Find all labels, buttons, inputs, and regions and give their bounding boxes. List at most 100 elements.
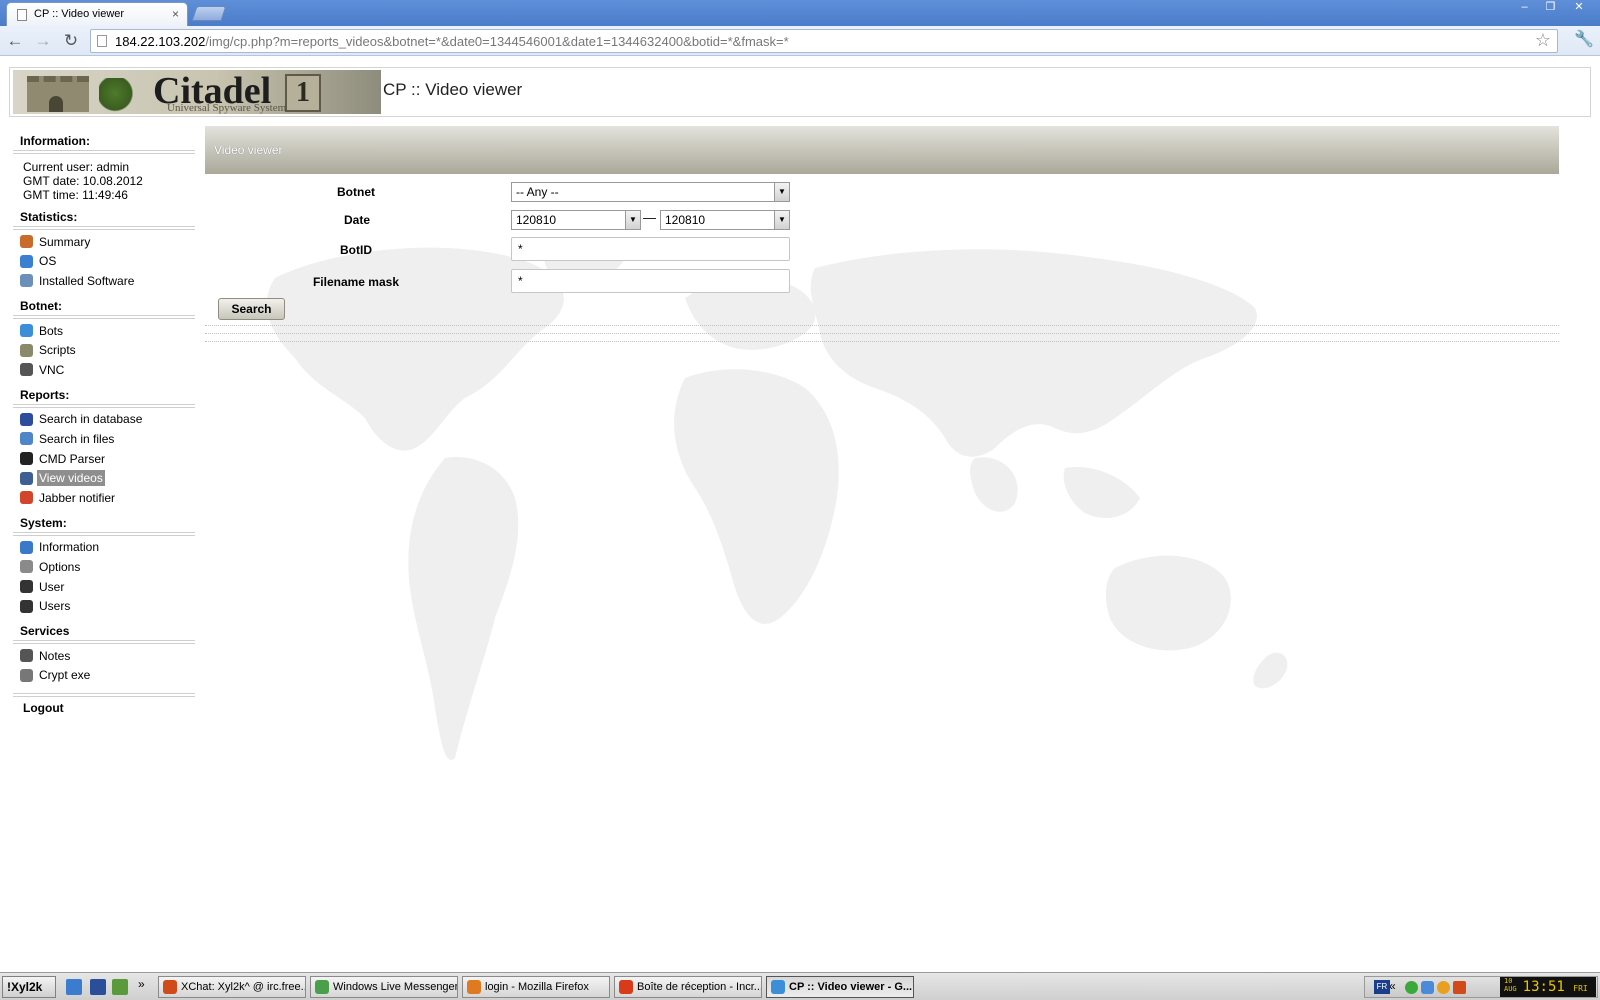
- date-label: Date: [343, 213, 370, 227]
- shield-icon[interactable]: [1405, 981, 1418, 994]
- new-tab-button[interactable]: [191, 6, 227, 21]
- nav-sections: Statistics: Summary OS Installed Software Bo…: [10, 210, 198, 685]
- date-to-value: 120810: [665, 213, 706, 227]
- restore-button[interactable]: ❐: [1538, 1, 1563, 15]
- date-to-select[interactable]: 120810 ▼: [660, 210, 790, 230]
- current-user: Current user: admin: [23, 160, 130, 174]
- back-icon[interactable]: ←: [4, 30, 26, 52]
- title-bar: CP :: Video viewer × – ❐ ✕: [0, 0, 1600, 26]
- address-bar[interactable]: 184.22.103.202/img/cp.php?m=reports_vide…: [90, 29, 1558, 53]
- section-title: System:: [20, 515, 67, 530]
- logo-badge: 1: [285, 74, 321, 112]
- divider: [205, 333, 1559, 334]
- chart-icon[interactable]: [112, 979, 128, 995]
- botid-label: BotID: [340, 243, 372, 257]
- taskbar-item[interactable]: login - Mozilla Firefox: [462, 976, 610, 998]
- tab-close-icon[interactable]: ×: [172, 7, 179, 21]
- sidebar-item-summary[interactable]: Summary: [20, 232, 198, 252]
- chevron-down-icon: ▼: [774, 211, 789, 229]
- xchat-icon[interactable]: [1453, 981, 1466, 994]
- wrench-icon[interactable]: 🔧: [1574, 29, 1594, 49]
- tab-title: CP :: Video viewer: [34, 8, 125, 20]
- taskbar: !Xyl2k » XChat: Xyl2k^ @ irc.free... Wind…: [0, 972, 1600, 1000]
- sidebar-item-label: Bots: [39, 323, 64, 338]
- messenger-icon[interactable]: [1437, 981, 1450, 994]
- sidebar-item-vnc[interactable]: VNC: [20, 360, 198, 380]
- app-icon: [619, 980, 633, 994]
- minimize-button[interactable]: –: [1512, 1, 1537, 15]
- filename-mask-label: Filename mask: [312, 275, 399, 289]
- taskbar-item[interactable]: Windows Live Messenger: [310, 976, 458, 998]
- start-button[interactable]: !Xyl2k: [2, 976, 56, 998]
- sidebar-item-search-in-files[interactable]: Search in files: [20, 429, 198, 449]
- bookmark-star-icon[interactable]: ☆: [1535, 30, 1551, 51]
- browser-tab[interactable]: CP :: Video viewer ×: [6, 2, 188, 26]
- windows-icon: [20, 254, 33, 268]
- taskbar-item[interactable]: Boîte de réception - Incr...: [614, 976, 762, 998]
- forward-icon[interactable]: →: [32, 30, 54, 52]
- world-map-background: [266, 241, 1288, 760]
- sidebar-item-view-videos[interactable]: View videos: [20, 468, 198, 488]
- divider: [13, 693, 195, 698]
- clock: 10 AUG 13:51 FRI: [1500, 977, 1596, 997]
- url-text: 184.22.103.202/img/cp.php?m=reports_vide…: [115, 34, 789, 49]
- save-icon[interactable]: [90, 979, 106, 995]
- taskbar-item-label: CP :: Video viewer - G...: [789, 981, 913, 993]
- logout-link[interactable]: Logout: [23, 701, 198, 717]
- sidebar-item-search-in-database[interactable]: Search in database: [20, 410, 198, 430]
- section-title: Services: [20, 623, 70, 638]
- taskbar-item-label: XChat: Xyl2k^ @ irc.free...: [181, 981, 306, 993]
- sidebar-item-label: Options: [39, 559, 81, 574]
- sidebar-item-label: Notes: [39, 648, 71, 663]
- jabber-icon: [20, 491, 33, 505]
- sidebar-item-installed-software[interactable]: Installed Software: [20, 271, 198, 291]
- taskbar-item[interactable]: XChat: Xyl2k^ @ irc.free...: [158, 976, 306, 998]
- date-from-select[interactable]: 120810 ▼: [511, 210, 641, 230]
- sidebar-item-users[interactable]: Users: [20, 596, 198, 616]
- tray-expand[interactable]: «: [1389, 979, 1396, 993]
- reload-icon[interactable]: ↻: [60, 30, 82, 52]
- sidebar: Information: Current user: admin GMT dat…: [10, 127, 198, 717]
- sidebar-item-os[interactable]: OS: [20, 252, 198, 272]
- section-title: Botnet:: [20, 298, 62, 313]
- section-title: Statistics:: [20, 210, 78, 224]
- botnet-select-value: -- Any --: [516, 185, 559, 199]
- joystick-icon: [20, 363, 33, 377]
- sidebar-item-label: OS: [39, 254, 57, 269]
- app-icon: [467, 980, 481, 994]
- search-button[interactable]: Search: [218, 298, 285, 320]
- browser-toolbar: ← → ↻ 184.22.103.202/img/cp.php?m=report…: [0, 26, 1600, 56]
- sidebar-item-information[interactable]: Information: [20, 538, 198, 558]
- page-icon: [17, 9, 27, 21]
- sidebar-item-cmd-parser[interactable]: CMD Parser: [20, 449, 198, 469]
- sidebar-item-options[interactable]: Options: [20, 557, 198, 577]
- date-from-value: 120810: [516, 213, 557, 227]
- page-icon: [97, 35, 107, 47]
- close-window-button[interactable]: ✕: [1564, 1, 1594, 15]
- date-separator: —: [643, 210, 656, 225]
- filename-mask-input[interactable]: *: [511, 269, 790, 293]
- sidebar-item-crypt-exe[interactable]: Crypt exe: [20, 666, 198, 686]
- sidebar-item-label: Information: [39, 540, 100, 555]
- taskbar-item[interactable]: CP :: Video viewer - G...: [766, 976, 914, 998]
- sidebar-item-notes[interactable]: Notes: [20, 646, 198, 666]
- castle-icon: [27, 76, 89, 112]
- sidebar-item-jabber-notifier[interactable]: Jabber notifier: [20, 488, 198, 508]
- sidebar-item-label: View videos: [37, 470, 105, 487]
- sidebar-item-user[interactable]: User: [20, 577, 198, 597]
- sidebar-item-label: Crypt exe: [39, 668, 91, 683]
- ie-icon[interactable]: [66, 979, 82, 995]
- video-icon: [20, 471, 33, 485]
- network-icon[interactable]: [1421, 981, 1434, 994]
- info-icon: [20, 540, 33, 554]
- main-panel: Video viewer Botnet -- Any -- ▼ Date 120…: [205, 126, 1559, 926]
- users-icon: [20, 599, 33, 613]
- sidebar-item-scripts[interactable]: Scripts: [20, 340, 198, 360]
- botnet-select[interactable]: -- Any -- ▼: [511, 182, 790, 202]
- botid-input[interactable]: *: [511, 237, 790, 261]
- quicklaunch-more[interactable]: »: [138, 977, 145, 991]
- user-icon: [20, 580, 33, 594]
- language-indicator[interactable]: FR: [1374, 980, 1390, 994]
- app-icon: [163, 980, 177, 994]
- sidebar-item-bots[interactable]: Bots: [20, 321, 198, 341]
